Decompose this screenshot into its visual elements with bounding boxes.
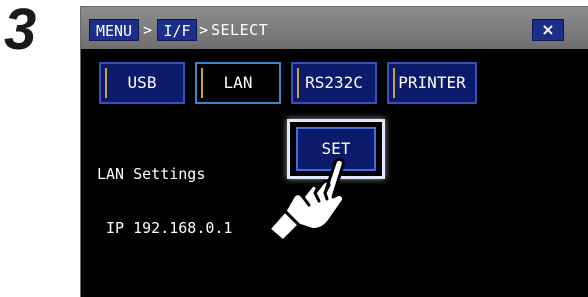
- tab-lan[interactable]: LAN: [195, 62, 281, 104]
- step-number: 3: [4, 0, 36, 62]
- tab-label: USB: [127, 73, 157, 92]
- tab-label: RS232C: [305, 73, 363, 92]
- tab-usb[interactable]: USB: [99, 62, 185, 104]
- tab-printer[interactable]: PRINTER: [387, 62, 477, 104]
- if-button[interactable]: I/F: [157, 19, 197, 41]
- close-button[interactable]: ×: [532, 19, 564, 41]
- ip-address: IP 192.168.0.1: [97, 219, 233, 237]
- device-screen: MENU > I/F > SELECT × USB LAN RS232C PRI…: [80, 6, 588, 297]
- lan-settings-title: LAN Settings: [97, 165, 206, 183]
- breadcrumb-separator: >: [199, 21, 209, 39]
- tab-label: PRINTER: [398, 73, 466, 92]
- pointing-hand-icon: [267, 157, 345, 243]
- page-title: SELECT: [211, 21, 269, 39]
- title-bar: MENU > I/F > SELECT ×: [81, 7, 588, 49]
- menu-button[interactable]: MENU: [89, 19, 139, 41]
- close-icon: ×: [541, 20, 555, 39]
- tab-rs232c[interactable]: RS232C: [291, 62, 377, 104]
- tab-label: LAN: [223, 73, 253, 92]
- lan-settings-info: LAN Settings IP 192.168.0.1: [97, 129, 232, 273]
- breadcrumb-separator: >: [143, 21, 153, 39]
